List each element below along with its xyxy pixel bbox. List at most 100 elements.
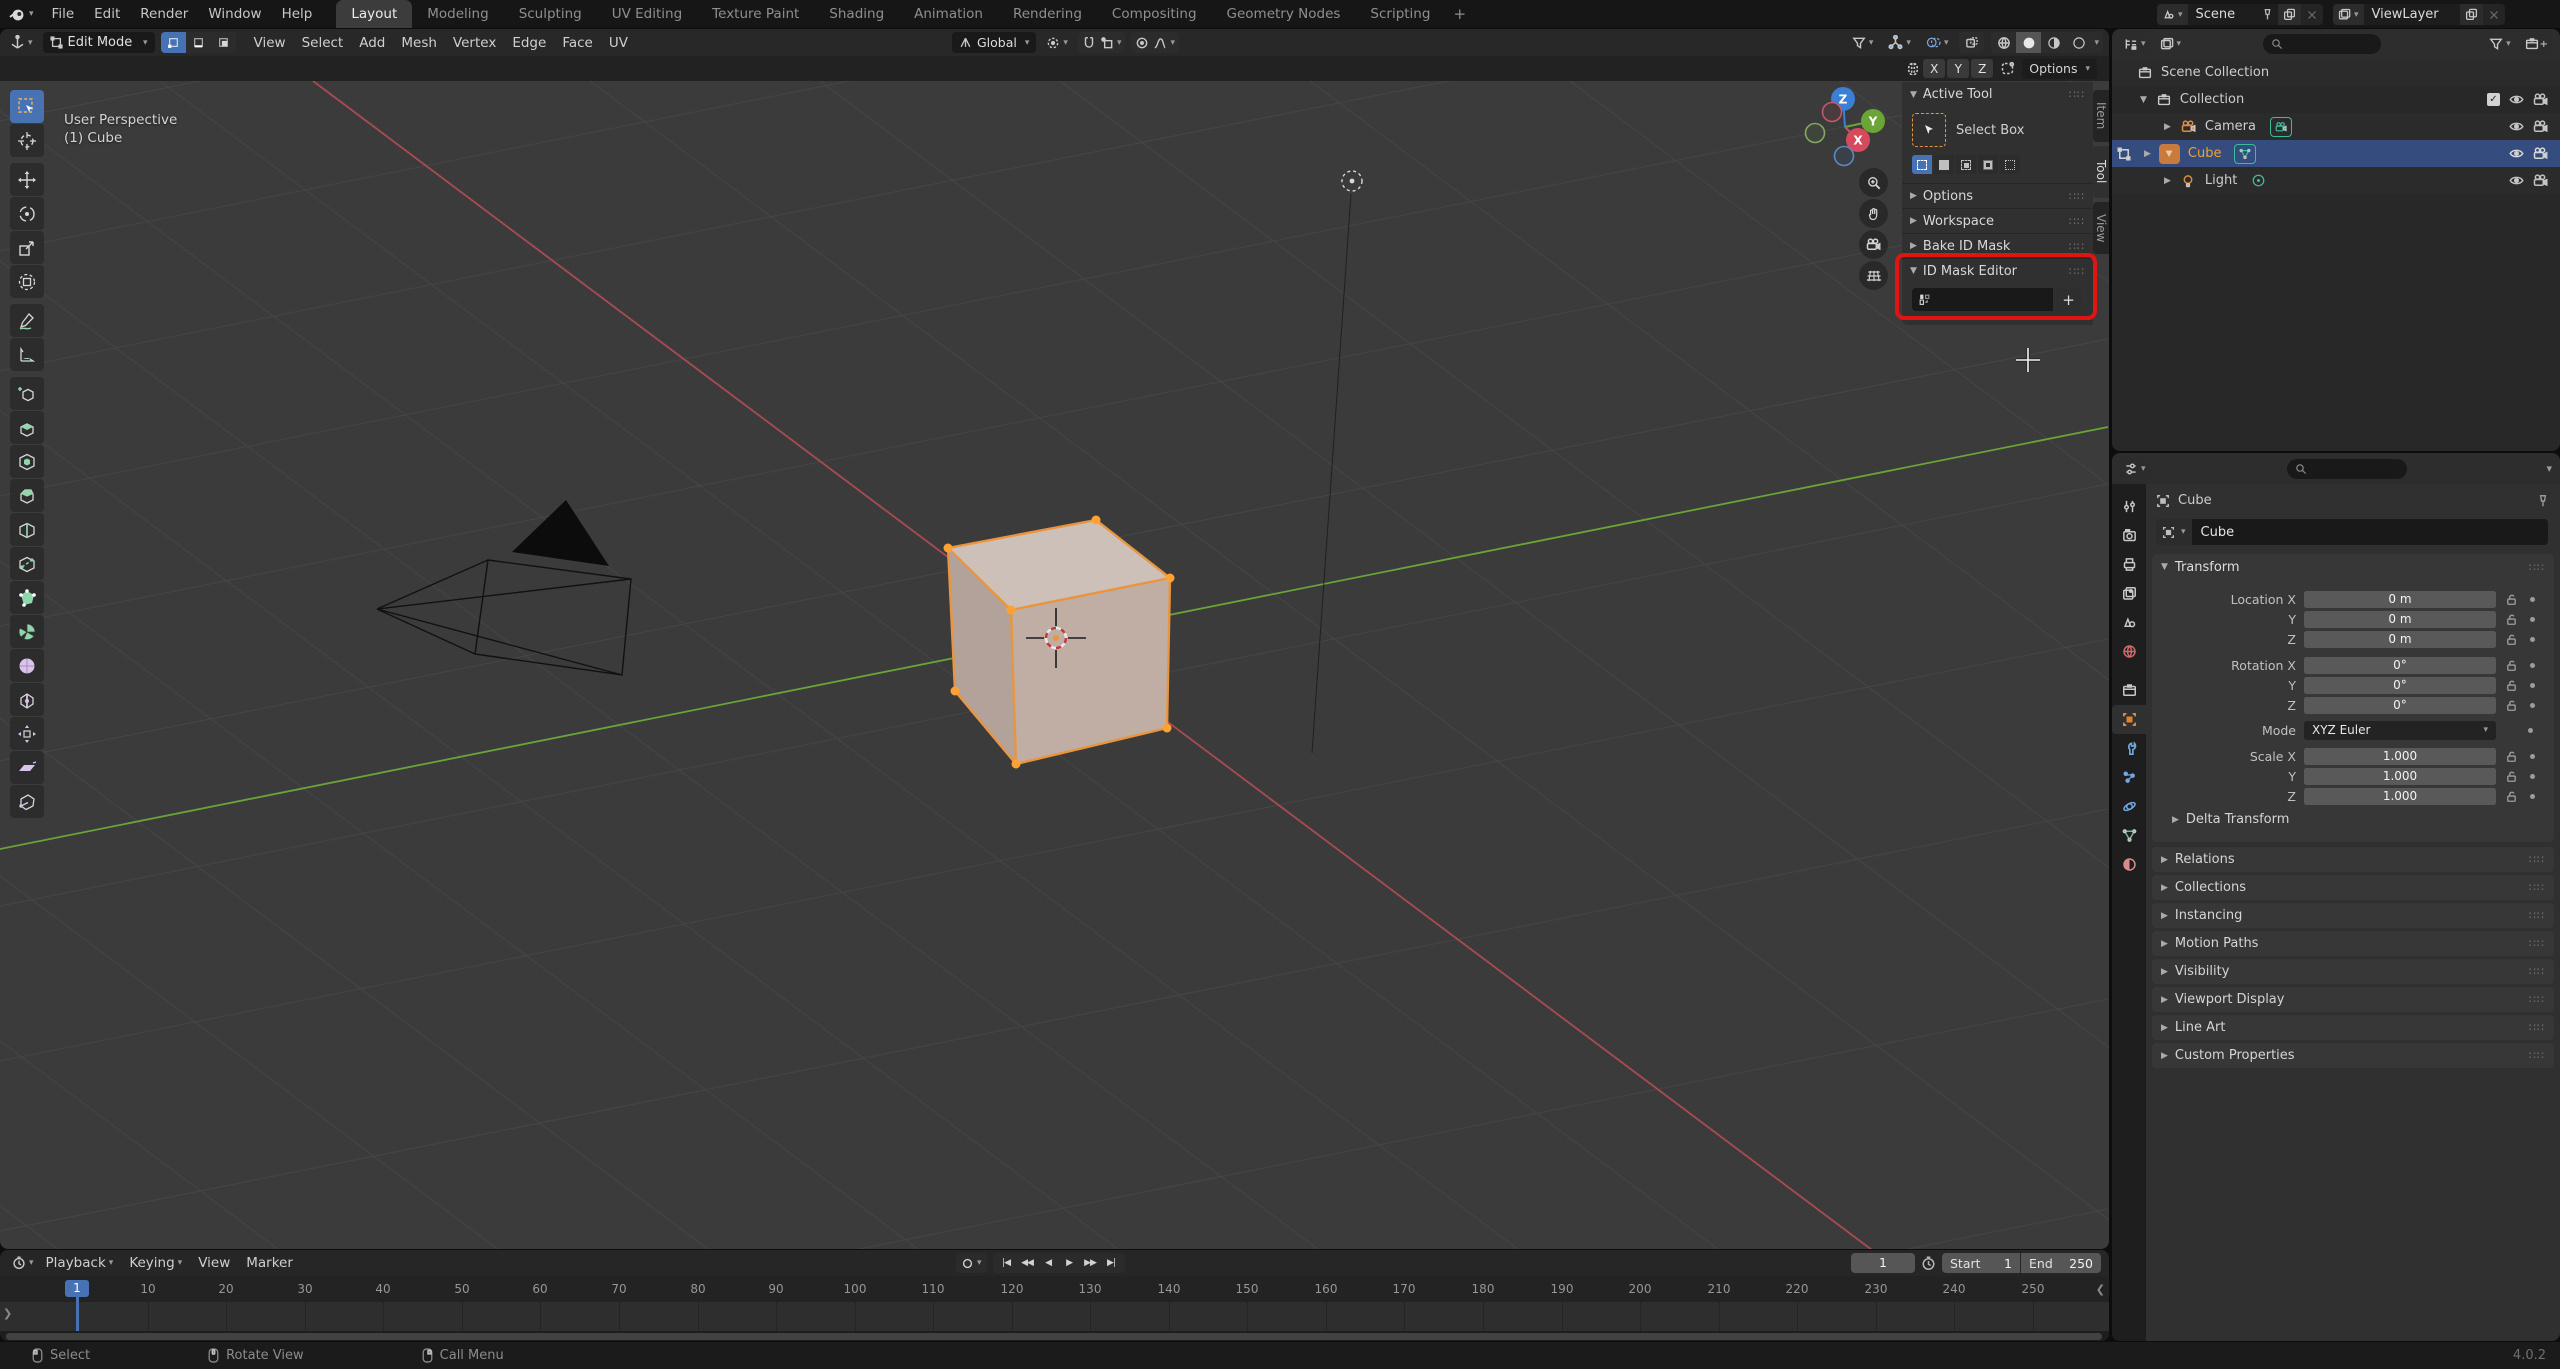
prev-keyframe-button[interactable]: ◀◀ — [1017, 1258, 1038, 1268]
channel-expand-chevron[interactable]: ❯ — [3, 1307, 12, 1320]
outliner-search-input[interactable] — [2263, 34, 2382, 54]
workspace-tab-rendering[interactable]: Rendering — [998, 0, 1097, 28]
timeline-ruler[interactable]: 10 20 30 40 50 60 70 80 90 100 110 120 130 140 150 160 1… — [0, 1276, 2109, 1302]
scale-z-field[interactable]: 1.000 — [2304, 787, 2496, 805]
tool-cursor[interactable] — [10, 124, 44, 157]
panel-grip[interactable]: ∷∷ — [2529, 1049, 2545, 1062]
location-x-field[interactable]: 0 m — [2304, 590, 2496, 608]
tab-material[interactable] — [2112, 850, 2146, 879]
visibility-panel-header[interactable]: ▶ Visibility ∷∷ — [2152, 959, 2554, 984]
scene-delete-button[interactable] — [2301, 4, 2323, 25]
menu-uv[interactable]: UV — [601, 29, 636, 56]
select-new-button[interactable] — [1912, 155, 1932, 174]
instancing-panel-header[interactable]: ▶ Instancing ∷∷ — [2152, 903, 2554, 928]
workspace-tab-uv-editing[interactable]: UV Editing — [597, 0, 697, 28]
shading-wireframe-button[interactable] — [1991, 32, 2016, 53]
ruler-collapse-chevron[interactable]: ❮ — [2096, 1283, 2105, 1296]
visibility-filter-dropdown[interactable]: ▾ — [1848, 32, 1878, 53]
workspace-tab-layout[interactable]: Layout — [336, 0, 413, 28]
menu-view[interactable]: View — [246, 29, 294, 56]
properties-search-input[interactable] — [2286, 458, 2407, 479]
location-y-field[interactable]: 0 m — [2304, 610, 2496, 628]
zoom-button[interactable] — [1859, 168, 1888, 197]
gizmo-neg-y-axis[interactable] — [1804, 122, 1826, 144]
tab-world[interactable] — [2112, 637, 2146, 666]
tab-tool[interactable] — [2112, 492, 2146, 521]
animate-dot[interactable] — [2530, 702, 2535, 708]
outliner-display-mode-dropdown[interactable]: ▾ — [2120, 33, 2150, 55]
menu-vertex[interactable]: Vertex — [445, 29, 504, 56]
panel-grip[interactable]: ∷∷ — [2529, 561, 2545, 574]
menu-timeline-view[interactable]: View — [190, 1250, 238, 1276]
tool-options-dropdown[interactable]: Options ▾ — [2022, 58, 2097, 79]
jump-to-end-button[interactable]: ▶| — [1101, 1258, 1122, 1268]
pin-icon[interactable] — [2261, 8, 2274, 21]
select-intersect-button[interactable] — [2000, 155, 2020, 174]
current-frame-field[interactable]: 1 — [1851, 1253, 1915, 1273]
workspace-tab-texture-paint[interactable]: Texture Paint — [697, 0, 814, 28]
tool-shear[interactable] — [10, 751, 44, 784]
lock-icon[interactable] — [2505, 750, 2518, 763]
tab-scene[interactable] — [2112, 608, 2146, 637]
camera-view-button[interactable] — [1859, 230, 1888, 259]
play-reverse-button[interactable]: ◀ — [1038, 1258, 1059, 1268]
outliner-row-light[interactable]: ▶ Light — [2112, 167, 2560, 194]
timeline-editor-type-button[interactable]: ▾ — [8, 1253, 38, 1274]
magnet-icon[interactable] — [1082, 36, 1096, 50]
tab-physics[interactable] — [2112, 792, 2146, 821]
tool-scale[interactable] — [10, 231, 44, 264]
falloff-dropdown-chevron[interactable]: ▾ — [1170, 38, 1175, 48]
outliner-filter-dropdown[interactable]: ▾ — [2485, 34, 2515, 55]
select-invert-button[interactable] — [1978, 155, 1998, 174]
relations-panel-header[interactable]: ▶ Relations ∷∷ — [2152, 847, 2554, 872]
lock-icon[interactable] — [2505, 613, 2518, 626]
scene-name[interactable]: Scene — [2188, 7, 2261, 22]
custom-properties-panel-header[interactable]: ▶ Custom Properties ∷∷ — [2152, 1043, 2554, 1068]
gizmo-neg-z-axis[interactable] — [1833, 145, 1855, 167]
snap-base-icon[interactable] — [2000, 61, 2015, 76]
tool-smooth[interactable] — [10, 649, 44, 682]
object-name-field[interactable]: ▾ Cube — [2156, 519, 2548, 545]
lock-icon[interactable] — [2505, 659, 2518, 672]
add-workspace-button[interactable]: + — [1445, 0, 1474, 28]
pin-icon[interactable] — [2536, 494, 2550, 508]
tab-output[interactable] — [2112, 550, 2146, 579]
workspace-tab-sculpting[interactable]: Sculpting — [504, 0, 597, 28]
start-frame-field[interactable]: Start 1 — [1942, 1253, 2020, 1273]
collections-panel-header[interactable]: ▶ Collections ∷∷ — [2152, 875, 2554, 900]
sidebar-tab-tool[interactable]: Tool — [2093, 146, 2109, 198]
disable-render-icon[interactable] — [2533, 119, 2548, 134]
new-collection-button[interactable]: + — [2520, 33, 2552, 55]
properties-options-chevron[interactable]: ▾ — [2546, 462, 2552, 475]
hide-eye-icon[interactable] — [2509, 146, 2524, 161]
orientation-dropdown[interactable]: Global ▾ — [952, 32, 1037, 53]
gizmos-dropdown[interactable]: ▾ — [1884, 32, 1915, 53]
hide-eye-icon[interactable] — [2509, 119, 2524, 134]
viewport-canvas[interactable] — [0, 81, 2109, 1249]
current-frame-badge[interactable]: 1 — [65, 1280, 89, 1297]
viewport-display-panel-header[interactable]: ▶ Viewport Display ∷∷ — [2152, 987, 2554, 1012]
menu-help[interactable]: Help — [272, 0, 323, 28]
object-id-dropdown[interactable]: ▾ — [2156, 519, 2192, 545]
shading-rendered-button[interactable] — [2066, 32, 2091, 53]
panel-grip[interactable]: ∷∷ — [2529, 937, 2545, 950]
viewlayer-name[interactable]: ViewLayer — [2364, 7, 2460, 22]
editor-type-button[interactable]: ▾ — [6, 32, 37, 53]
rotation-mode-dropdown[interactable]: XYZ Euler ▾ — [2304, 720, 2496, 740]
viewlayer-new-button[interactable] — [2460, 4, 2483, 25]
tab-view-layer[interactable] — [2112, 579, 2146, 608]
mirror-z-button[interactable]: Z — [1971, 59, 1994, 78]
menu-mesh[interactable]: Mesh — [393, 29, 445, 56]
select-box-tool-icon[interactable] — [1912, 113, 1946, 147]
tool-add-cube[interactable] — [10, 377, 44, 410]
tool-loop-cut[interactable] — [10, 513, 44, 546]
outliner-row-cube[interactable]: ▶ Cube — [2112, 140, 2560, 167]
tool-rip-region[interactable] — [10, 785, 44, 818]
menu-edge[interactable]: Edge — [504, 29, 554, 56]
animate-dot[interactable] — [2530, 636, 2535, 642]
animate-dot[interactable] — [2530, 753, 2535, 759]
active-tool-panel-header[interactable]: ▼ Active Tool ∷∷ — [1902, 82, 2093, 107]
mirror-y-button[interactable]: Y — [1947, 59, 1970, 78]
animate-dot[interactable] — [2530, 682, 2535, 688]
menu-edit[interactable]: Edit — [84, 0, 130, 28]
